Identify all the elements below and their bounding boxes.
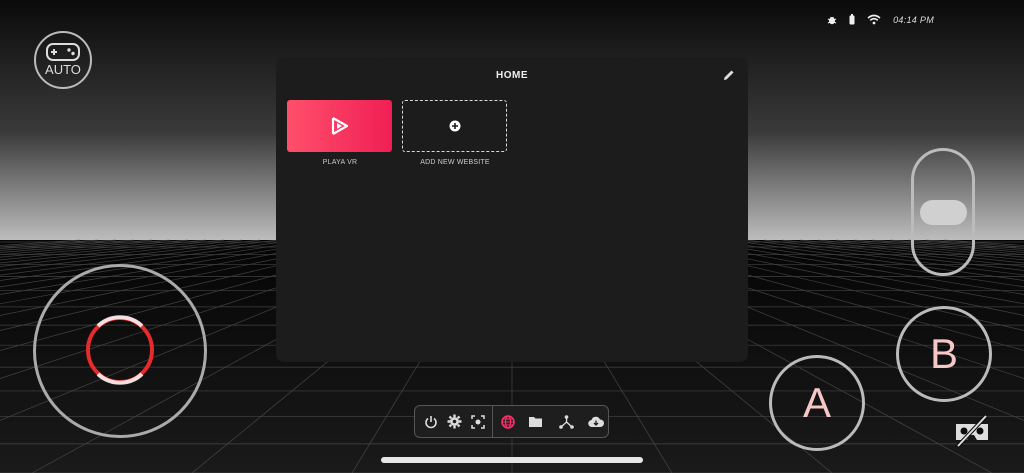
bookmark-tile-playa-vr[interactable] xyxy=(287,100,392,152)
toolbar-power-button[interactable] xyxy=(419,410,442,434)
recenter-icon xyxy=(470,414,485,429)
home-panel: HOME PLAYA VR ADD NEW WEBSITE xyxy=(276,57,748,362)
joystick-thumb[interactable] xyxy=(84,314,156,386)
play-logo-icon xyxy=(331,117,348,135)
cloud-download-icon xyxy=(588,416,605,427)
bug-icon xyxy=(827,16,837,24)
toolbar-settings-button[interactable] xyxy=(442,410,465,434)
controller-mode-label: AUTO xyxy=(45,62,81,77)
network-icon xyxy=(559,414,575,429)
globe-icon xyxy=(501,414,515,429)
panel-title: HOME xyxy=(496,70,528,81)
toolbar-divider xyxy=(492,405,494,438)
toolbar-web-button[interactable] xyxy=(496,410,519,434)
vr-headset-off-icon[interactable] xyxy=(952,414,992,448)
folder-icon xyxy=(528,416,542,427)
controller-mode-button[interactable]: AUTO xyxy=(34,31,92,89)
home-indicator[interactable] xyxy=(381,457,643,463)
toolbar-recenter-button[interactable] xyxy=(466,410,489,434)
button-a[interactable]: A xyxy=(769,355,865,451)
toolbar-files-button[interactable] xyxy=(524,410,547,434)
clock-time: 04:14 PM xyxy=(893,14,934,25)
toolbar-download-button[interactable] xyxy=(585,410,608,434)
gear-icon xyxy=(447,414,462,429)
gamepad-icon xyxy=(46,43,80,61)
battery-icon xyxy=(849,14,855,25)
tile-label-add-website: ADD NEW WEBSITE xyxy=(420,159,490,166)
bottom-toolbar xyxy=(414,405,609,438)
vertical-slider-thumb[interactable] xyxy=(920,200,967,225)
wifi-icon xyxy=(867,14,881,25)
add-website-tile[interactable] xyxy=(402,100,507,152)
power-icon xyxy=(424,415,437,428)
toolbar-network-button[interactable] xyxy=(555,410,578,434)
status-bar: 04:14 PM xyxy=(827,14,934,25)
button-b[interactable]: B xyxy=(896,306,992,402)
plus-circle-icon xyxy=(449,120,460,132)
pencil-icon[interactable] xyxy=(723,69,735,81)
